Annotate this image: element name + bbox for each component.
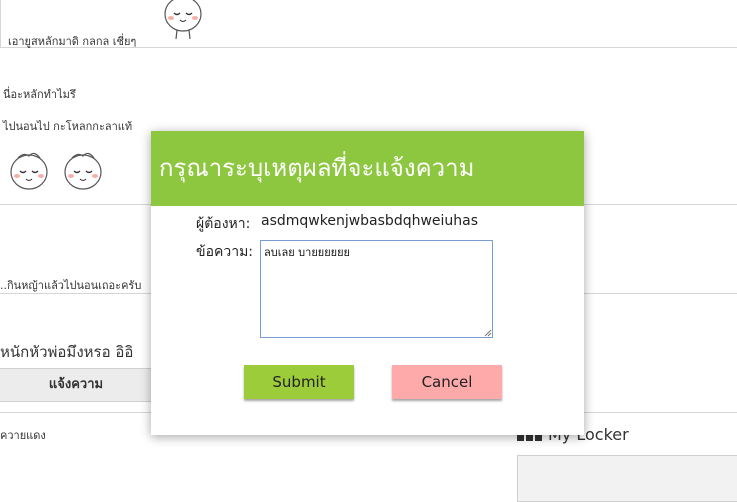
post-text: เอายูสหลักมาดิ กลกล เชี่ยๆ [8, 35, 137, 48]
accused-label: ผู้ต้องหา: [196, 216, 251, 232]
table-cell: ควายแดง [0, 429, 46, 442]
submit-button[interactable]: Submit [244, 365, 354, 399]
post-text-line: นี่อะหลักทำไมรึ [3, 88, 76, 101]
report-modal: กรุณาระบุเหตุผลที่จะแจ้งความ ผู้ต้องหา: … [151, 131, 584, 435]
accused-value: asdmqwkenjwbasbdqhweiuhas [261, 213, 479, 229]
post-text-line: ไปนอนไป กะโหลกกะลาแท้ [3, 120, 133, 133]
locker-panel [517, 455, 737, 502]
smiling-face-emoticon-icon [10, 152, 48, 190]
report-column-header: แจ้งความ [0, 368, 152, 402]
cancel-button[interactable]: Cancel [392, 365, 502, 399]
smiling-face-emoticon-icon [64, 152, 102, 190]
message-textarea[interactable]: ลบเลย บายยยยยย [260, 240, 493, 338]
resize-handle-icon[interactable] [484, 329, 492, 337]
thread-title: หนักหัวพ่อมึงหรอ อิอิ [0, 343, 134, 361]
post-text: ..กินหญ้าแล้วไปนอนเถอะครับ [0, 279, 142, 292]
smiling-face-emoticon-icon [164, 0, 202, 40]
message-label: ข้อความ: [196, 244, 254, 260]
modal-title: กรุณาระบุเหตุผลที่จะแจ้งความ [151, 131, 584, 206]
